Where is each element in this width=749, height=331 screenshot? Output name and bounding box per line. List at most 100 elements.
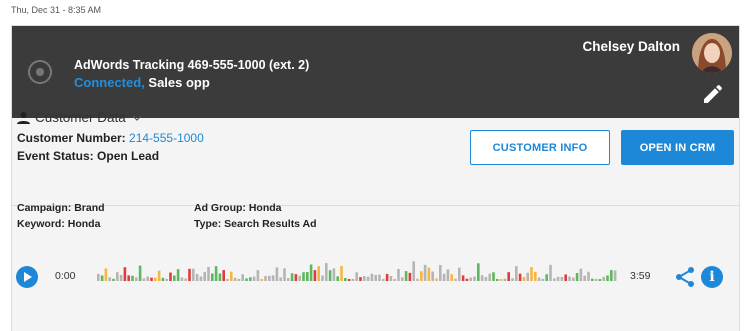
status-connected: Connected,: [74, 75, 145, 90]
waveform-bar: [450, 274, 453, 281]
waveform-bar: [435, 278, 438, 281]
waveform-bar: [594, 278, 598, 281]
waveform-bar: [226, 278, 229, 281]
waveform-bar: [545, 274, 548, 281]
waveform-bar: [161, 277, 165, 281]
waveform-bar: [325, 263, 328, 281]
ad-group-meta: Ad Group: Honda Type: Search Results Ad: [194, 200, 317, 232]
waveform[interactable]: [97, 258, 620, 288]
waveform-bar: [480, 275, 484, 281]
customer-data-toggle[interactable]: Customer Data: [17, 110, 142, 125]
waveform-bar: [587, 271, 590, 281]
waveform-bar: [515, 266, 518, 281]
waveform-bar: [108, 277, 111, 281]
keyword-label: Keyword:: [17, 218, 65, 230]
waveform-bar: [579, 268, 583, 281]
waveform-bar: [461, 275, 465, 281]
waveform-bar: [511, 278, 514, 281]
play-icon[interactable]: [16, 266, 38, 288]
waveform-bar: [180, 277, 184, 281]
time-end: 3:59: [630, 270, 651, 282]
event-status-value: Open Lead: [97, 149, 160, 163]
waveform-bar: [363, 276, 366, 281]
waveform-bar: [530, 267, 533, 281]
waveform-bar: [287, 278, 290, 281]
waveform-bar: [610, 270, 613, 281]
waveform-bar: [256, 270, 260, 281]
waveform-bar: [564, 274, 567, 281]
timestamp: Thu, Dec 31 - 8:35 AM: [11, 5, 102, 15]
waveform-bar: [370, 273, 374, 281]
type-label: Type:: [194, 218, 222, 230]
campaign-meta: Campaign: Brand Keyword: Honda: [17, 200, 105, 232]
waveform-bar: [366, 276, 370, 281]
campaign-label: Campaign:: [17, 202, 72, 214]
waveform-bar: [203, 271, 206, 281]
waveform-bar: [378, 274, 381, 281]
waveform-bar: [423, 264, 427, 281]
waveform-bar: [568, 276, 571, 281]
waveform-bar: [309, 264, 313, 281]
waveform-bar: [374, 274, 377, 281]
waveform-bar: [591, 278, 594, 281]
waveform-bar: [553, 278, 556, 281]
waveform-bar: [420, 271, 423, 281]
avatar[interactable]: [692, 33, 732, 73]
waveform-bar: [469, 277, 472, 281]
waveform-bar: [290, 273, 294, 281]
waveform-bar: [173, 275, 176, 281]
customer-info-button[interactable]: CUSTOMER INFO: [470, 130, 610, 165]
waveform-bar: [199, 276, 203, 281]
waveform-bar: [549, 264, 552, 281]
info-icon[interactable]: i: [701, 266, 723, 288]
waveform-bar: [412, 261, 415, 281]
time-start: 0:00: [55, 270, 76, 282]
waveform-bar: [169, 272, 172, 281]
waveform-bar: [252, 276, 256, 281]
waveform-bar: [602, 276, 605, 281]
waveform-bar: [150, 277, 153, 281]
campaign-value: Brand: [74, 202, 105, 214]
waveform-bar: [556, 276, 560, 281]
waveform-bar: [393, 278, 396, 281]
waveform-bar: [218, 273, 222, 281]
waveform-bar: [499, 279, 503, 281]
waveform-bar: [241, 274, 244, 281]
waveform-bar: [165, 278, 168, 281]
customer-number-value[interactable]: 214-555-1000: [129, 131, 204, 145]
avatar-image: [692, 33, 732, 73]
waveform-bar: [249, 277, 252, 281]
waveform-bar: [401, 277, 404, 281]
customer-number: Customer Number: 214-555-1000: [17, 131, 204, 145]
share-icon[interactable]: [674, 266, 696, 288]
waveform-bar: [104, 268, 108, 281]
customer-data-label: Customer Data: [35, 110, 126, 125]
customer-number-label: Customer Number:: [17, 131, 126, 145]
waveform-bar: [264, 275, 267, 281]
waveform-bar: [416, 278, 419, 281]
waveform-bar: [184, 278, 187, 281]
waveform-bar: [613, 270, 617, 281]
person-icon: [17, 111, 30, 124]
waveform-bar: [222, 270, 225, 281]
audio-player: 0:00 3:59 i: [0, 258, 749, 298]
waveform-bar: [211, 273, 214, 281]
event-status: Event Status: Open Lead: [17, 149, 159, 163]
waveform-bar: [385, 273, 389, 281]
waveform-bar: [351, 278, 355, 281]
waveform-bar: [306, 272, 309, 281]
waveform-bar: [298, 275, 301, 281]
edit-icon[interactable]: [701, 82, 725, 106]
waveform-bar: [503, 278, 507, 281]
waveform-bar: [157, 270, 161, 281]
open-in-crm-button[interactable]: OPEN IN CRM: [621, 130, 734, 165]
chevron-down-icon: [132, 115, 142, 121]
waveform-bar: [313, 270, 317, 281]
waveform-bar: [260, 279, 263, 281]
waveform-bar: [207, 266, 210, 281]
waveform-bar: [473, 276, 476, 281]
waveform-bar: [321, 275, 324, 281]
waveform-bar: [336, 276, 339, 281]
waveform-bar: [404, 271, 408, 281]
waveform-bar: [100, 275, 104, 281]
